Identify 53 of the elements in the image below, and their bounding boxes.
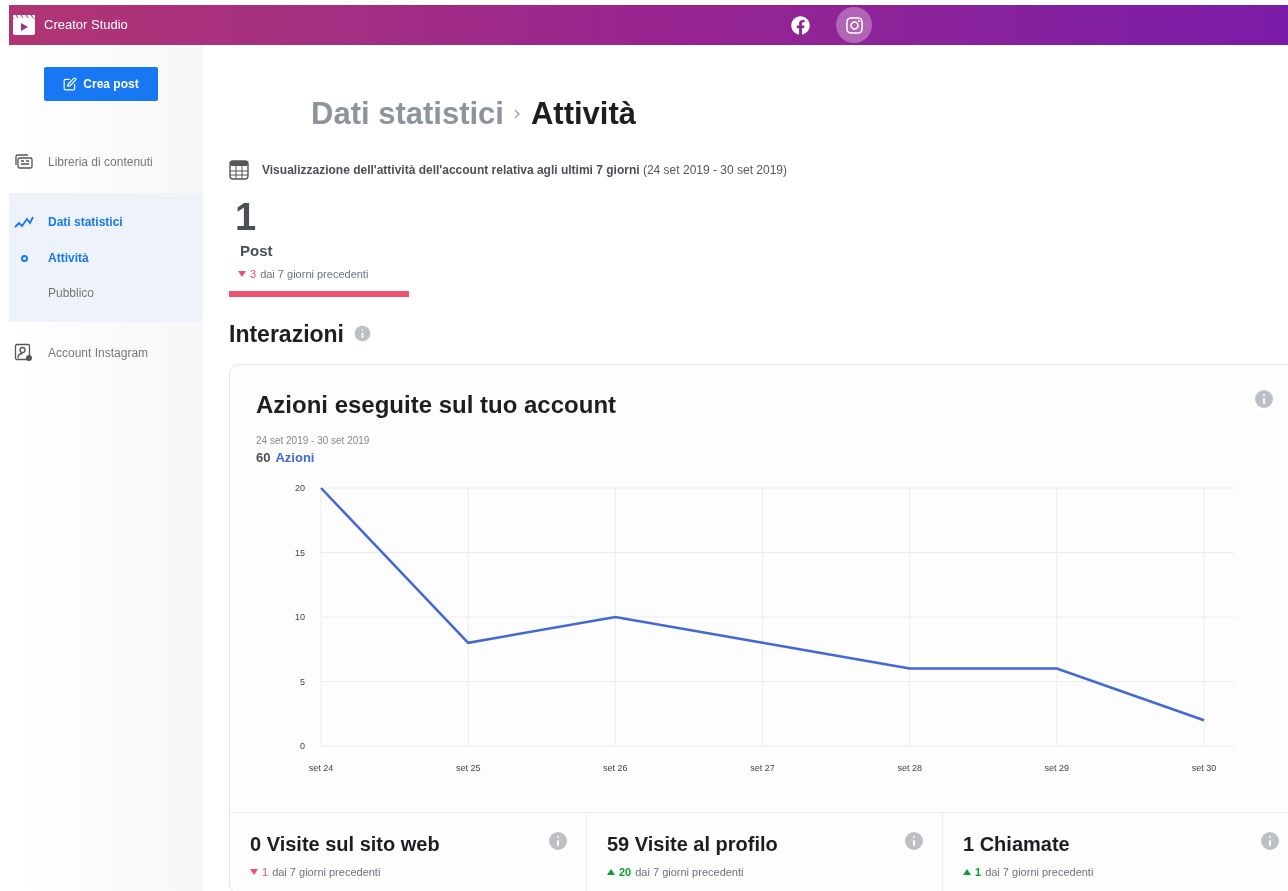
sidebar-item[interactable]: Libreria di contenuti bbox=[9, 149, 153, 175]
comparison-text: dai 7 giorni precedenti bbox=[260, 267, 369, 282]
info-icon[interactable] bbox=[1252, 387, 1276, 411]
summary-text: Visualizzazione dell'attività dell'account relativa agli ultimi 7 giorni (24 set 2019 - 30 set 2019) bbox=[262, 161, 788, 179]
chevron-right-icon bbox=[513, 109, 521, 120]
stat-label: Post bbox=[239, 240, 274, 261]
y-tick-label: 0 bbox=[300, 740, 305, 751]
create-post-button[interactable]: Crea post bbox=[44, 67, 158, 101]
y-tick-label: 5 bbox=[300, 676, 305, 686]
card-title: Azioni eseguite sul tuo account bbox=[256, 390, 617, 420]
x-tick-label: set 28 bbox=[897, 762, 922, 773]
comparison-text: dai 7 giorni precedenti bbox=[272, 864, 381, 880]
x-tick-label: set 30 bbox=[1191, 762, 1217, 773]
calendar-icon bbox=[229, 159, 249, 180]
library-icon bbox=[14, 153, 34, 171]
sidebar-item[interactable]: Dati statistici bbox=[9, 209, 123, 235]
total-value: 60 bbox=[256, 449, 271, 467]
stat-value: 1 bbox=[234, 195, 258, 238]
y-tick-label: 15 bbox=[295, 547, 305, 557]
x-tick-label: set 29 bbox=[1044, 762, 1070, 773]
page-title: Attività bbox=[530, 95, 637, 133]
total-label: Azioni bbox=[275, 449, 315, 467]
delta-value: 1 bbox=[262, 864, 269, 880]
facebook-icon bbox=[790, 15, 810, 35]
x-tick-label: set 27 bbox=[750, 762, 775, 773]
x-tick-label: set 26 bbox=[603, 762, 628, 773]
date-range: 24 set 2019 - 30 set 2019 bbox=[255, 434, 371, 448]
app-title: Creator Studio bbox=[44, 16, 128, 35]
breadcrumb-link[interactable]: Dati statistici bbox=[311, 91, 504, 138]
sidebar-subitem[interactable]: Pubblico bbox=[9, 280, 203, 306]
delta-value: 3 bbox=[250, 267, 257, 282]
metric-title: 0 Visite sul sito web bbox=[250, 831, 440, 857]
comparison-text: dai 7 giorni precedenti bbox=[635, 864, 744, 880]
metric-title: 1 Chiamate bbox=[963, 831, 1071, 857]
line-chart-icon bbox=[14, 215, 34, 229]
section-title: Interazioni bbox=[229, 319, 344, 349]
x-tick-label: set 25 bbox=[455, 762, 481, 773]
instagram-tab[interactable] bbox=[836, 7, 872, 43]
edit-icon bbox=[63, 77, 78, 91]
account-settings-icon bbox=[14, 343, 34, 363]
info-icon[interactable] bbox=[352, 323, 373, 345]
clapperboard-icon bbox=[13, 15, 35, 35]
y-tick-label: 20 bbox=[295, 482, 305, 493]
x-tick-label: set 24 bbox=[308, 762, 334, 773]
comparison-text: dai 7 giorni precedenti bbox=[985, 864, 1094, 880]
y-tick-label: 10 bbox=[295, 611, 305, 622]
delta-value: 20 bbox=[619, 864, 632, 880]
sidebar-item[interactable]: Account Instagram bbox=[9, 340, 149, 366]
metric-title: 59 Visite al profilo bbox=[607, 831, 778, 857]
instagram-icon bbox=[844, 15, 864, 35]
sidebar-subitem[interactable]: Attività bbox=[9, 245, 203, 271]
delta-value: 1 bbox=[975, 864, 982, 880]
post-stat[interactable]: 1 Post 3 dai 7 giorni precedenti bbox=[229, 195, 409, 297]
